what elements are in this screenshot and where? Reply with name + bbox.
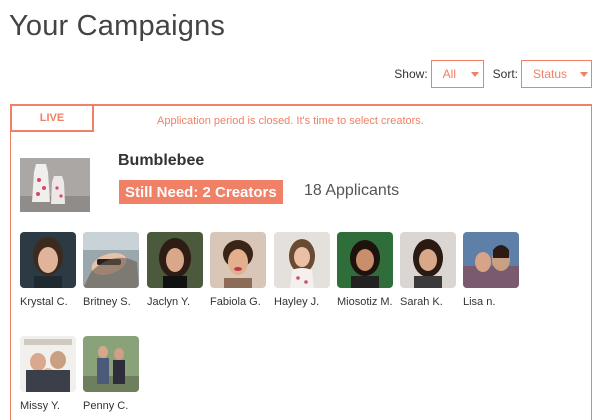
sort-label: Sort: xyxy=(492,67,518,81)
product-image-icon xyxy=(20,158,90,212)
applicant-count: 18 Applicants xyxy=(304,182,400,199)
sort-dropdown-value: Status xyxy=(533,67,568,81)
creator-name: Lisa n. xyxy=(463,296,496,308)
application-notice: Application period is closed. It's time … xyxy=(157,115,424,127)
avatar xyxy=(274,232,330,288)
show-label: Show: xyxy=(394,67,428,81)
campaign-name[interactable]: Bumblebee xyxy=(118,152,204,170)
creator-item[interactable]: Lisa n. xyxy=(463,232,543,308)
avatar xyxy=(20,232,76,288)
avatar xyxy=(337,232,393,288)
avatar xyxy=(20,336,76,392)
avatar xyxy=(147,232,203,288)
show-dropdown-value: All xyxy=(442,67,456,81)
sort-dropdown[interactable]: Status xyxy=(521,60,592,88)
avatar xyxy=(83,336,139,392)
page-title: Your Campaigns xyxy=(9,10,226,42)
avatar xyxy=(400,232,456,288)
status-badge: LIVE xyxy=(10,104,94,132)
show-dropdown[interactable]: All xyxy=(430,60,484,88)
creator-name: Penny C. xyxy=(83,400,129,412)
creators-needed-badge: Still Need: 2 Creators xyxy=(119,180,283,204)
chevron-down-icon xyxy=(471,71,479,77)
chevron-down-icon xyxy=(580,71,589,77)
campaign-card: LIVE Application period is closed. It's … xyxy=(10,104,592,420)
avatar xyxy=(83,232,139,288)
avatar xyxy=(463,232,519,288)
avatar xyxy=(210,232,266,288)
campaign-thumbnail[interactable] xyxy=(20,158,90,212)
filters-bar: Show: All Sort: Status xyxy=(394,60,592,88)
creator-item[interactable]: Penny C. xyxy=(83,336,163,412)
